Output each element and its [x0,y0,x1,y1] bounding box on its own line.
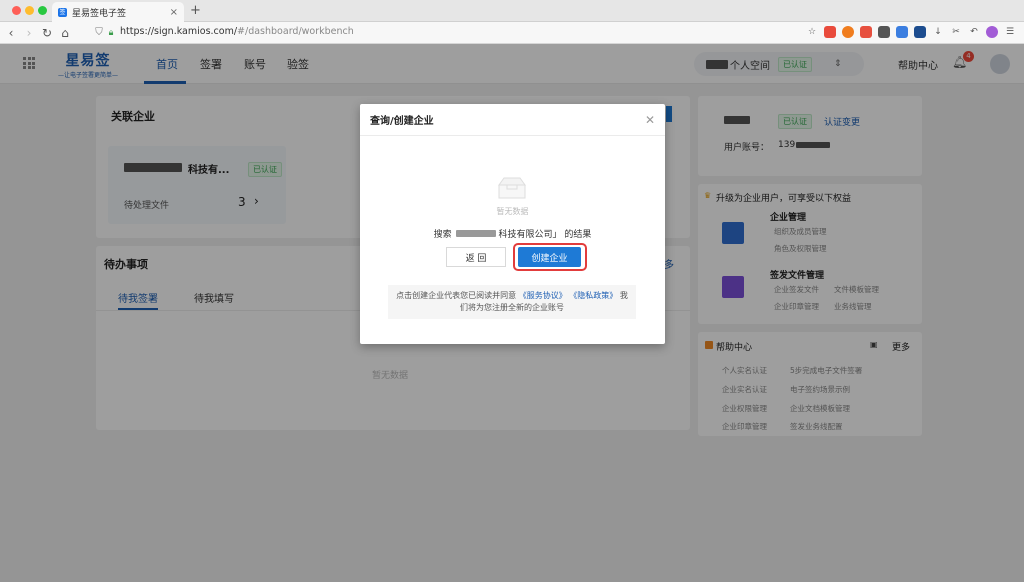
create-company-button[interactable]: 创建企业 [518,247,581,267]
notice-text: 点击创建企业代表您已阅读并同意 [396,291,517,300]
url-path: #/dashboard/workbench [237,26,354,37]
new-tab-icon[interactable]: + [190,3,201,18]
camera-icon[interactable] [914,26,926,38]
favicon-icon: 签 [58,7,67,17]
browser-tabbar: 签 星易签电子签 × + [0,0,1024,22]
empty-box-icon [498,177,526,199]
back-icon[interactable]: ‹ [2,26,20,40]
dialog-empty-text: 暂无数据 [496,207,529,216]
redacted-text [456,230,497,237]
extension-icon[interactable] [842,26,854,38]
extension-icon[interactable] [986,26,998,38]
url-host: https://sign.kamios.com/ [120,26,238,37]
tab-title: 星易签电子签 [72,8,127,19]
search-suffix: 的结果 [564,230,592,240]
star-icon[interactable]: ☆ [806,26,818,38]
privacy-policy-link[interactable]: 《隐私政策》 [569,291,617,300]
close-tab-icon[interactable]: × [170,7,178,18]
notice-text: 我 [619,291,628,300]
undo-icon[interactable]: ↶ [968,26,980,38]
extension-icon[interactable] [878,26,890,38]
extension-icon[interactable] [860,26,872,38]
close-icon[interactable]: ✕ [645,113,655,127]
zoom-window-button[interactable] [38,6,47,15]
reload-icon[interactable]: ↻ [38,26,56,40]
close-window-button[interactable] [12,6,21,15]
search-prefix: 搜索 [433,230,452,240]
lock-icon: 🔒︎ [108,27,114,38]
extension-toolbar: ☆ ↓ ✂ ↶ ☰ [806,26,1016,38]
agreement-notice: 点击创建企业代表您已阅读并同意 《服务协议》 《隐私政策》 我 们将为您注册全新… [388,285,636,319]
browser-tab[interactable]: 签 星易签电子签 × [52,2,184,22]
address-bar: ‹ › ↻ ⌂ ⛉ 🔒︎ https://sign.kamios.com/#/d… [0,22,1024,44]
menu-icon[interactable]: ☰ [1004,26,1016,38]
search-result-line: 搜索 科技有限公司」 的结果 [360,227,665,240]
service-agreement-link[interactable]: 《服务协议》 [519,291,567,300]
download-icon[interactable]: ↓ [932,26,944,38]
minimize-window-button[interactable] [25,6,34,15]
dialog-header: 查询/创建企业 ✕ [360,104,665,136]
search-company: 科技有限公司」 [498,230,562,240]
dialog-title: 查询/创建企业 [370,116,434,127]
home-icon[interactable]: ⌂ [56,26,74,40]
notice-text: 们将为您注册全新的企业账号 [460,303,564,312]
extension-icon[interactable] [824,26,836,38]
url-field[interactable]: https://sign.kamios.com/#/dashboard/work… [120,26,354,37]
extension-icon[interactable] [896,26,908,38]
query-create-company-dialog: 查询/创建企业 ✕ 暂无数据 搜索 科技有限公司」 的结果 返 回 创建企业 点… [360,104,665,344]
back-button[interactable]: 返 回 [446,247,506,267]
forward-icon[interactable]: › [20,26,38,40]
scissors-icon[interactable]: ✂ [950,26,962,38]
